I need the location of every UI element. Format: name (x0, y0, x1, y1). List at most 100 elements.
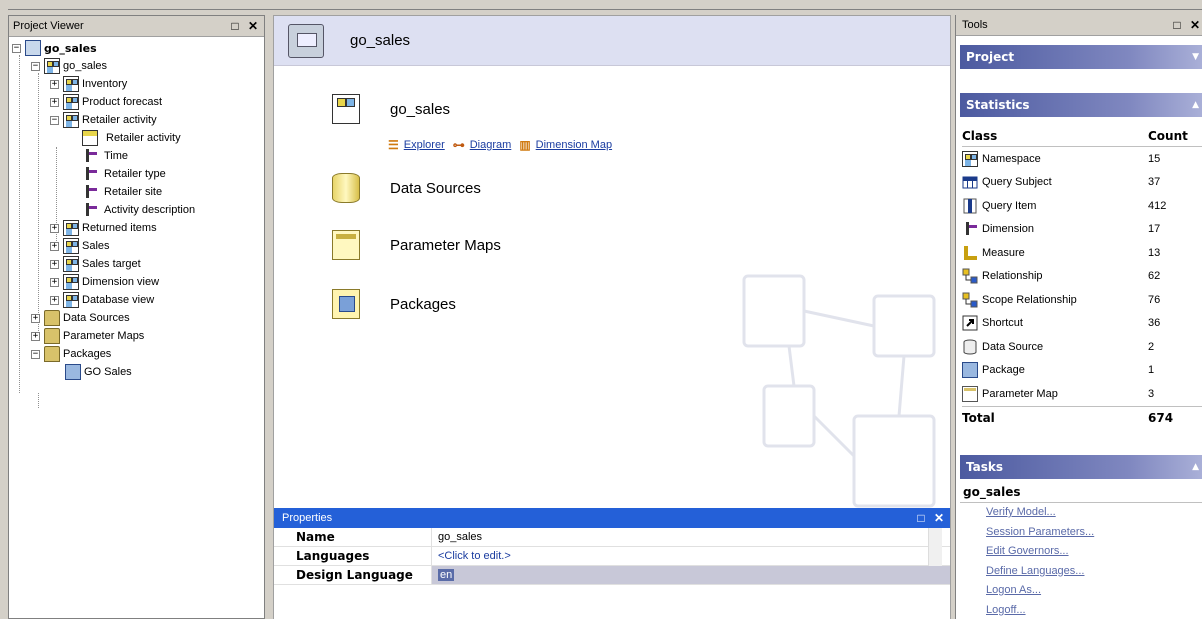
tree-node[interactable]: Time (82, 147, 128, 165)
chevron-up-icon[interactable]: ▲ (1192, 462, 1199, 472)
watermark-graphic (742, 274, 936, 508)
properties-scrollbar[interactable] (928, 528, 942, 566)
model-icon (25, 40, 41, 56)
collapse-icon[interactable]: − (31, 61, 40, 71)
expand-icon[interactable]: + (31, 331, 40, 341)
tree-node[interactable]: + Sales target (50, 255, 141, 273)
property-value[interactable]: go_sales (432, 528, 950, 546)
statistics-panel-header[interactable]: Statistics ▲ (960, 93, 1202, 117)
tree-label: go_sales (63, 60, 108, 72)
stats-row: Relationship 62 (962, 265, 1202, 289)
close-icon[interactable]: ✕ (246, 19, 260, 33)
tree-node[interactable]: Retailer activity (82, 129, 181, 147)
namespace-section[interactable]: go_sales (332, 94, 450, 124)
tree-node[interactable]: Activity description (82, 201, 195, 219)
expand-icon[interactable]: + (50, 97, 59, 107)
stats-row: Query Subject 37 (962, 171, 1202, 195)
property-row-design-language[interactable]: Design Language en (274, 566, 950, 585)
tree-node[interactable]: + Product forecast (50, 93, 162, 111)
data-sources-section[interactable]: Data Sources (332, 173, 481, 203)
expand-icon[interactable]: + (50, 295, 59, 305)
stats-header-row: Class Count (962, 125, 1202, 147)
logon-as-link[interactable]: Logon As... (960, 581, 1202, 601)
maximize-icon[interactable]: □ (914, 511, 928, 525)
expand-icon[interactable]: + (50, 241, 59, 251)
project-panel-header[interactable]: Project ▼ (960, 45, 1202, 69)
close-icon[interactable]: ✕ (932, 511, 946, 525)
collapse-icon[interactable]: − (50, 115, 59, 125)
close-icon[interactable]: ✕ (1188, 18, 1202, 32)
property-key: Design Language (274, 566, 432, 584)
expand-icon[interactable]: + (50, 79, 59, 89)
verify-model-link[interactable]: Verify Model... (960, 503, 1202, 523)
explorer-icon: ☰ (388, 138, 399, 152)
dimension-map-link[interactable]: Dimension Map (536, 139, 612, 151)
tree-node[interactable]: − go_sales (31, 57, 107, 75)
dimension-icon (966, 222, 977, 236)
expand-icon[interactable]: + (50, 259, 59, 269)
tree-label: go_sales (44, 41, 97, 55)
packages-section[interactable]: Packages (332, 289, 456, 319)
diagram-link[interactable]: Diagram (470, 139, 512, 151)
expand-icon[interactable]: + (50, 223, 59, 233)
model-icon (288, 23, 324, 58)
property-row-languages[interactable]: Languages <Click to edit.> (274, 547, 950, 566)
stats-count: 76 (1148, 293, 1161, 306)
stats-row: Measure 13 (962, 241, 1202, 265)
tree-node[interactable]: + Parameter Maps (31, 327, 144, 345)
namespace-icon (63, 292, 79, 308)
property-value[interactable]: en (432, 566, 950, 584)
project-viewer-pane: Project Viewer □ ✕ − go_sales − go_sales… (8, 15, 265, 619)
stats-row: Package 1 (962, 359, 1202, 383)
stats-count: 17 (1148, 223, 1161, 236)
package-icon (962, 362, 978, 379)
tree-node[interactable]: Retailer site (82, 183, 162, 201)
tree-label: Inventory (82, 78, 128, 90)
tree-node[interactable]: + Database view (50, 291, 154, 309)
collapse-icon[interactable]: − (12, 43, 21, 53)
query-subject-icon (82, 130, 98, 146)
edit-governors-link[interactable]: Edit Governors... (960, 542, 1202, 562)
maximize-icon[interactable]: □ (1170, 18, 1184, 32)
data-source-icon (332, 173, 360, 203)
namespace-icon (44, 58, 60, 74)
total-label: Total (962, 410, 995, 425)
parameter-map-icon (332, 230, 360, 260)
chevron-down-icon[interactable]: ▼ (1192, 52, 1199, 62)
tree-node[interactable]: + Sales (50, 237, 110, 255)
tree-label: Data Sources (63, 312, 130, 324)
property-row-name[interactable]: Name go_sales (274, 528, 950, 547)
package-icon (65, 364, 81, 380)
tasks-panel-header[interactable]: Tasks ▲ (960, 455, 1202, 479)
chevron-up-icon[interactable]: ▲ (1192, 100, 1199, 110)
stats-row: Dimension 17 (962, 218, 1202, 242)
tree-node[interactable]: + Returned items (50, 219, 157, 237)
tree-node-root[interactable]: − go_sales (12, 39, 97, 57)
class-column-header: Class (962, 128, 998, 143)
parameter-maps-section[interactable]: Parameter Maps (332, 230, 501, 260)
packages-title: Packages (390, 295, 456, 313)
tree-label: Time (104, 150, 129, 162)
tree-node[interactable]: GO Sales (65, 363, 132, 381)
explorer-link[interactable]: Explorer (404, 139, 445, 151)
property-value[interactable]: <Click to edit.> (432, 547, 950, 565)
namespace-icon (63, 238, 79, 254)
session-parameters-link[interactable]: Session Parameters... (960, 523, 1202, 543)
tree-node[interactable]: Retailer type (82, 165, 166, 183)
maximize-icon[interactable]: □ (228, 19, 242, 33)
expand-icon[interactable]: + (31, 313, 40, 323)
define-languages-link[interactable]: Define Languages... (960, 562, 1202, 582)
expand-icon[interactable]: + (50, 277, 59, 287)
tree-node[interactable]: + Inventory (50, 75, 127, 93)
dimension-icon (86, 149, 97, 162)
tree-node[interactable]: − Retailer activity (50, 111, 157, 129)
count-column-header: Count (1148, 128, 1188, 143)
project-viewer-header: Project Viewer □ ✕ (9, 16, 264, 37)
collapse-icon[interactable]: − (31, 349, 40, 359)
tree-node[interactable]: − Packages (31, 345, 111, 363)
tree-node[interactable]: + Data Sources (31, 309, 130, 327)
tree-label: Activity description (104, 204, 196, 216)
logoff-link[interactable]: Logoff... (960, 601, 1202, 619)
tree-node[interactable]: + Dimension view (50, 273, 159, 291)
properties-header: Properties □ ✕ (274, 508, 950, 528)
